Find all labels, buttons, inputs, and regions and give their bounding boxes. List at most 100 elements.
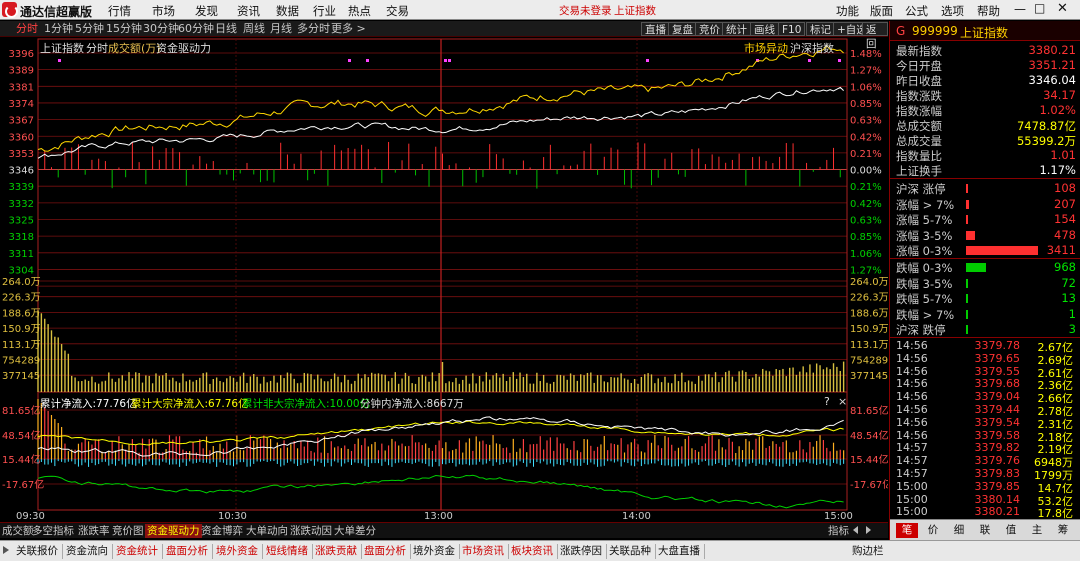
tab-block-trend[interactable]: 大单动向 [244, 524, 290, 538]
tab-adv-cause[interactable]: 涨跌动因 [288, 524, 334, 538]
indicator-button[interactable]: 指标 [826, 524, 851, 538]
breadth-value: 154 [1054, 212, 1076, 227]
menu-discover[interactable]: 发现 [195, 3, 218, 19]
replay-button[interactable]: 复盘 [668, 22, 697, 36]
panel-tab[interactable]: 值 [1000, 523, 1022, 538]
tab-capital-drive[interactable]: 资金驱动力 [145, 524, 202, 538]
sidebar-toggle[interactable]: 购边栏 [848, 544, 888, 559]
menu-function[interactable]: 功能 [836, 3, 859, 19]
tab-contribution[interactable]: 涨跌贡献 [311, 544, 362, 559]
period-60min[interactable]: 60分钟 [178, 22, 214, 36]
bottom-function-tabs: 关联报价 资金流向 资金统计 盘面分析 境外资金 短线情绪 涨跌贡献 盘面分析 … [0, 540, 1080, 561]
tab-foreign-capital-2[interactable]: 境外资金 [409, 544, 460, 559]
period-daily[interactable]: 日线 [215, 22, 237, 36]
period-1min[interactable]: 1分钟 [44, 22, 73, 36]
pct-axis-label: 0.63% [850, 216, 882, 227]
chart-tag-capital[interactable]: 资金驱动力 [156, 40, 211, 56]
tab-short-sentiment[interactable]: 短线情绪 [262, 544, 313, 559]
minimize-icon[interactable]: — [1014, 2, 1026, 16]
tick-time: 14:56 [896, 428, 928, 442]
stats-button[interactable]: 统计 [722, 22, 751, 36]
tab-related-quotes[interactable]: 关联报价 [12, 544, 63, 559]
panel-tab[interactable]: 筹 [1052, 523, 1074, 538]
menu-help[interactable]: 帮助 [977, 3, 1000, 19]
breadth-bar [966, 294, 968, 304]
panel-tab[interactable]: 联 [974, 523, 996, 538]
f10-button[interactable]: F10 [778, 22, 806, 36]
period-weekly[interactable]: 周线 [243, 22, 265, 36]
breadth-row: 跌幅 > 7% 1 [890, 307, 1080, 322]
tab-board-analysis[interactable]: 盘面分析 [162, 544, 213, 559]
mark-button[interactable]: 标记 [806, 22, 835, 36]
period-monthly[interactable]: 月线 [270, 22, 292, 36]
tick-time: 14:56 [896, 403, 928, 416]
tab-board-analysis-2[interactable]: 盘面分析 [360, 544, 411, 559]
chart-tag-intraday[interactable]: 分时 [86, 40, 108, 56]
intraday-chart[interactable]: 3396 3389 3381 3374 3367 3360 3353 3346 3339 3332… [0, 37, 888, 522]
tab-capital-flow[interactable]: 资金流向 [62, 544, 113, 559]
draw-line-button[interactable]: 画线 [750, 22, 779, 36]
panel-tab[interactable]: 笔 [896, 523, 918, 538]
tab-related-products[interactable]: 关联品种 [605, 544, 656, 559]
breadth-label: 涨幅 0-3% [896, 244, 953, 259]
indicator-tabs: 成交额 多空指标 涨跌率 竞价图 资金驱动力 资金博弈 大单动向 涨跌动因 大单… [0, 522, 888, 538]
panel-tab[interactable]: 价 [922, 523, 944, 538]
tab-market-news[interactable]: 市场资讯 [458, 544, 509, 559]
tab-market-live[interactable]: 大盘直播 [654, 544, 705, 559]
tab-auction[interactable]: 竞价图 [110, 524, 146, 538]
close-panel-icon[interactable]: × [838, 395, 847, 408]
close-icon[interactable]: ✕ [1057, 1, 1068, 16]
scroll-left-icon[interactable] [853, 526, 858, 534]
tick-time: 14:57 [896, 441, 928, 455]
chart-tag-turnover[interactable]: 成交额(万) [108, 40, 161, 56]
period-5min[interactable]: 5分钟 [75, 22, 104, 36]
stat-row: 今日开盘 3351.21 [890, 58, 1080, 73]
menu-formula[interactable]: 公式 [905, 3, 928, 19]
menu-industry[interactable]: 行业 [313, 3, 336, 19]
time-axis-label: 13:00 [424, 511, 453, 522]
menu-news[interactable]: 资讯 [237, 3, 260, 19]
menu-trade[interactable]: 交易 [386, 3, 409, 19]
alert-marker [444, 59, 447, 62]
auction-button[interactable]: 竞价 [695, 22, 724, 36]
market-alert-button[interactable]: 市场异动 [744, 40, 788, 56]
tab-adv-dec[interactable]: 涨跌率 [76, 524, 112, 538]
panel-tab[interactable]: 主 [1026, 523, 1048, 538]
period-15min[interactable]: 15分钟 [106, 22, 142, 36]
period-intraday[interactable]: 分时 [16, 22, 38, 36]
expand-icon[interactable] [3, 546, 9, 554]
app-name: 通达信超赢版 [20, 5, 93, 19]
tab-limit-reason[interactable]: 涨跌停因 [556, 544, 607, 559]
menu-layout[interactable]: 版面 [870, 3, 893, 19]
maximize-icon[interactable]: □ [1034, 1, 1045, 15]
tick-price: 3379.76 [974, 454, 1021, 468]
tick-price: 3379.85 [974, 479, 1021, 493]
tab-long-short[interactable]: 多空指标 [30, 524, 76, 538]
breadth-label: 沪深 跌停 [896, 323, 946, 338]
menu-data[interactable]: 数据 [276, 3, 299, 19]
panel-tab[interactable]: 细 [948, 523, 970, 538]
back-button[interactable]: 返回 [862, 22, 888, 50]
breadth-value: 3 [1068, 322, 1076, 337]
period-more[interactable]: 更多 > [331, 22, 366, 36]
menu-quotes[interactable]: 行情 [108, 3, 131, 19]
tab-capital-game[interactable]: 资金博弈 [199, 524, 245, 538]
index-selector[interactable]: 沪深指数 [790, 40, 834, 56]
login-status[interactable]: 交易未登录 [559, 3, 612, 18]
tab-block-diff[interactable]: 大单差分 [332, 524, 378, 538]
scroll-right-icon[interactable] [866, 526, 871, 534]
menu-market[interactable]: 市场 [152, 3, 175, 19]
stat-row: 上证换手 1.17% [890, 163, 1080, 178]
breadth-row: 涨幅 0-3% 3411 [890, 243, 1080, 258]
period-30min[interactable]: 30分钟 [143, 22, 179, 36]
tab-foreign-capital[interactable]: 境外资金 [212, 544, 263, 559]
flow-axis-label: 48.54亿 [2, 429, 41, 442]
panel-bottom-tabs: 笔价细联值主筹 [890, 519, 1080, 540]
period-multiday[interactable]: 多分时 [297, 22, 330, 36]
tab-capital-stats[interactable]: 资金统计 [112, 544, 163, 559]
help-icon[interactable]: ? [824, 395, 830, 408]
menu-hot[interactable]: 热点 [348, 3, 371, 19]
live-button[interactable]: 直播 [641, 22, 670, 36]
tab-sector-news[interactable]: 板块资讯 [507, 544, 558, 559]
menu-options[interactable]: 选项 [941, 3, 964, 19]
